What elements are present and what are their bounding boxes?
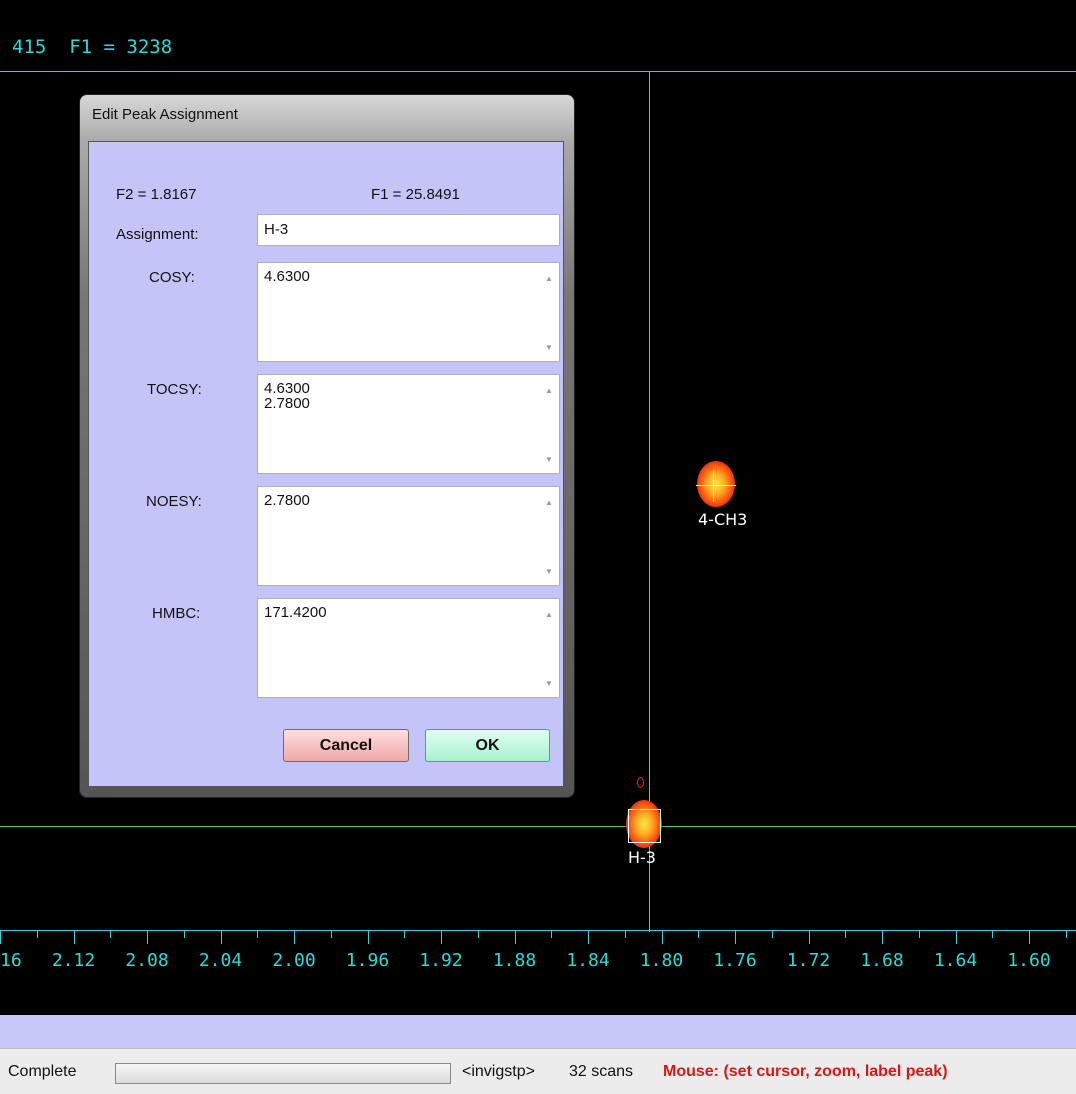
cursor-readout: 415 F1 = 3238 xyxy=(12,36,173,58)
axis-major-tick xyxy=(1029,930,1030,944)
axis-minor-tick xyxy=(477,930,479,938)
axis-major-tick xyxy=(661,930,663,944)
scroll-down-icon[interactable]: ▼ xyxy=(543,679,555,688)
status-state: Complete xyxy=(8,1063,77,1080)
cursor-horizontal-line[interactable] xyxy=(0,826,1076,827)
ok-button[interactable]: OK xyxy=(425,729,550,762)
axis-major-tick xyxy=(367,930,369,944)
axis-tick-label: 1.68 xyxy=(860,950,904,971)
axis-minor-tick xyxy=(845,930,847,938)
axis-minor-tick xyxy=(110,930,112,938)
scroll-up-icon[interactable]: ▲ xyxy=(543,386,555,395)
peak-label-4-ch3: 4-CH3 xyxy=(698,510,748,529)
status-bar: Complete <invigstp> 32 scans Mouse: (set… xyxy=(0,1048,1076,1094)
axis-tick-label: 2.08 xyxy=(125,950,169,971)
scroll-up-icon[interactable]: ▲ xyxy=(543,498,555,507)
cosy-value: 4.6300 xyxy=(264,268,310,285)
progress-bar xyxy=(115,1063,451,1084)
f2-value: F2 = 1.8167 xyxy=(116,186,197,203)
axis-minor-tick xyxy=(183,930,185,938)
axis-tick-label: 1.92 xyxy=(419,950,463,971)
scroll-up-icon[interactable]: ▲ xyxy=(543,274,555,283)
f1-value: F1 = 25.8491 xyxy=(371,186,460,203)
scan-count: 32 scans xyxy=(569,1063,634,1080)
tocsy-textarea[interactable]: 4.6300 2.7800 ▲ ▼ xyxy=(257,374,560,474)
axis-major-tick xyxy=(882,930,883,944)
axis-major-tick xyxy=(220,930,222,944)
noesy-textarea[interactable]: 2.7800 ▲ ▼ xyxy=(257,486,560,586)
axis-tick-label: 1.60 xyxy=(1007,950,1051,971)
axis-major-tick xyxy=(808,930,810,944)
scroll-down-icon[interactable]: ▼ xyxy=(543,455,555,464)
axis-major-tick xyxy=(294,930,295,944)
bottom-strip xyxy=(0,1015,1076,1048)
assignment-input[interactable]: H-3 xyxy=(257,214,560,246)
axis-minor-tick xyxy=(257,930,259,938)
x-axis-line xyxy=(0,930,1076,931)
axis-tick-label: 1.76 xyxy=(713,950,757,971)
axis-tick-label: 2.12 xyxy=(51,950,96,971)
cosy-scrollbar[interactable]: ▲ ▼ xyxy=(540,264,558,360)
experiment-name: <invigstp> xyxy=(462,1063,535,1080)
tocsy-label: TOCSY: xyxy=(147,381,202,398)
axis-tick-label: 2.04 xyxy=(198,950,243,971)
axis-major-tick xyxy=(955,930,957,944)
axis-tick-label: 1.88 xyxy=(492,950,537,971)
axis-tick-label: 1.80 xyxy=(639,950,684,971)
axis-minor-tick xyxy=(918,930,920,938)
axis-tick-label: 1.64 xyxy=(933,950,978,971)
hmbc-value: 171.4200 xyxy=(264,604,327,621)
axis-major-tick xyxy=(588,930,589,944)
axis-minor-tick xyxy=(330,930,332,938)
scroll-down-icon[interactable]: ▼ xyxy=(543,567,555,576)
axis-minor-tick xyxy=(624,930,626,938)
axis-minor-tick xyxy=(1065,930,1067,938)
axis-tick-label: 1.84 xyxy=(566,950,610,971)
axis-tick-label: 1.72 xyxy=(786,950,831,971)
axis-minor-tick xyxy=(551,930,553,938)
noesy-scrollbar[interactable]: ▲ ▼ xyxy=(540,488,558,584)
noesy-value: 2.7800 xyxy=(264,492,310,509)
assignment-label: Assignment: xyxy=(116,226,199,243)
scroll-down-icon[interactable]: ▼ xyxy=(543,343,555,352)
axis-tick-label: 2.00 xyxy=(272,950,316,971)
axis-minor-tick xyxy=(698,930,700,938)
cosy-textarea[interactable]: 4.6300 ▲ ▼ xyxy=(257,262,560,362)
hmbc-scrollbar[interactable]: ▲ ▼ xyxy=(540,600,558,696)
axis-minor-tick xyxy=(771,930,773,938)
axis-tick-label: 1.96 xyxy=(345,950,390,971)
hmbc-textarea[interactable]: 171.4200 ▲ ▼ xyxy=(257,598,560,698)
cosy-label: COSY: xyxy=(149,269,195,286)
axis-tick-label: 2.16 xyxy=(0,950,22,971)
axis-minor-tick xyxy=(992,930,994,938)
edit-peak-assignment-dialog: Edit Peak Assignment F2 = 1.8167 F1 = 25… xyxy=(80,95,574,797)
noesy-label: NOESY: xyxy=(146,493,202,510)
axis-minor-tick xyxy=(36,930,38,938)
axis-major-tick xyxy=(735,930,736,944)
axis-major-tick xyxy=(73,930,75,944)
scroll-up-icon[interactable]: ▲ xyxy=(543,610,555,619)
mouse-mode-hint: Mouse: (set cursor, zoom, label peak) xyxy=(663,1063,948,1080)
cancel-button[interactable]: Cancel xyxy=(283,729,409,762)
axis-major-tick xyxy=(0,930,1,944)
hmbc-label: HMBC: xyxy=(152,605,201,622)
peak-label-h-3: H-3 xyxy=(628,848,656,867)
tocsy-value: 4.6300 2.7800 xyxy=(264,380,310,412)
dialog-title: Edit Peak Assignment xyxy=(92,106,238,123)
tocsy-scrollbar[interactable]: ▲ ▼ xyxy=(540,376,558,472)
axis-major-tick xyxy=(441,930,442,944)
axis-major-tick xyxy=(147,930,148,944)
plot-top-border xyxy=(0,71,1076,72)
axis-major-tick xyxy=(514,930,516,944)
axis-minor-tick xyxy=(404,930,406,938)
dialog-body: F2 = 1.8167 F1 = 25.8491 Assignment: H-3… xyxy=(88,141,564,787)
